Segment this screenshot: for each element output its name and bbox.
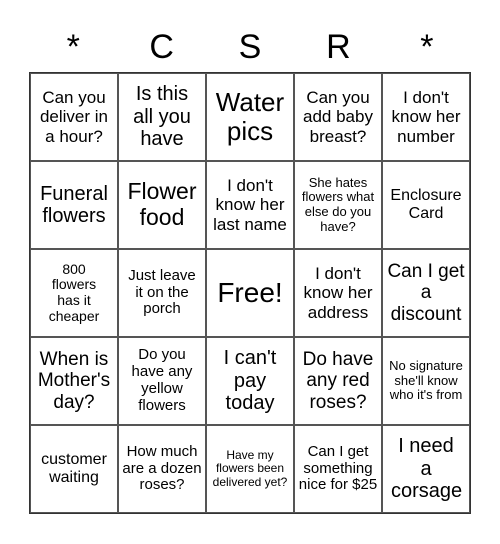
bingo-cell[interactable]: I can't pay today <box>206 337 294 425</box>
bingo-cell[interactable]: Can you add baby breast? <box>294 73 382 161</box>
cell-text: I don't know her number <box>391 88 461 146</box>
bingo-cell[interactable]: Is this all you have <box>118 73 206 161</box>
cell-text: No signature she'll know who it's from <box>389 358 463 403</box>
bingo-cell[interactable]: Do you have any yellow flowers <box>118 337 206 425</box>
bingo-cell[interactable]: 800 flowers has it cheaper <box>30 249 118 337</box>
header-letter: C <box>149 28 174 66</box>
cell-text: customer waiting <box>41 451 107 486</box>
bingo-cell[interactable]: No signature she'll know who it's from <box>382 337 470 425</box>
bingo-cell[interactable]: Can I get something nice for $25 <box>294 425 382 513</box>
cell-text: I don't know her address <box>303 264 373 322</box>
cell-text: Do you have any yellow flowers <box>131 346 193 414</box>
cell-text: I need a corsage <box>391 435 463 503</box>
cell-text: She hates flowers what else do you have? <box>301 174 375 234</box>
bingo-cell[interactable]: How much are a dozen roses? <box>118 425 206 513</box>
bingo-cell[interactable]: I don't know her number <box>382 73 470 161</box>
bingo-cell[interactable]: customer waiting <box>30 425 118 513</box>
header-letter: * <box>420 28 434 66</box>
bingo-cell[interactable]: I need a corsage <box>382 425 470 513</box>
cell-text: When is Mother's day? <box>37 349 111 413</box>
header-letter: R <box>326 28 351 66</box>
header-letter: S <box>238 28 262 66</box>
bingo-cell[interactable]: I don't know her last name <box>206 161 294 249</box>
bingo-cell[interactable]: When is Mother's day? <box>30 337 118 425</box>
cell-text: I don't know her last name <box>213 176 287 234</box>
header-letter: * <box>66 28 80 66</box>
cell-text: Have my flowers been delivered yet? <box>212 447 288 489</box>
cell-text: Enclosure Card <box>390 187 462 222</box>
bingo-cell[interactable]: Funeral flowers <box>30 161 118 249</box>
bingo-cell[interactable]: She hates flowers what else do you have? <box>294 161 382 249</box>
cell-text: 800 flowers has it cheaper <box>48 260 100 324</box>
bingo-cell[interactable]: I don't know her address <box>294 249 382 337</box>
cell-text: How much are a dozen roses? <box>122 442 202 494</box>
cell-text: Do have any red roses? <box>302 349 374 413</box>
cell-text: I can't pay today <box>223 347 277 415</box>
bingo-header: * C S R * <box>29 24 471 70</box>
cell-text: Is this all you have <box>133 83 191 151</box>
cell-text: Funeral flowers <box>40 182 108 227</box>
bingo-cell[interactable]: Have my flowers been delivered yet? <box>206 425 294 513</box>
bingo-cell[interactable]: Water pics <box>206 73 294 161</box>
bingo-cell[interactable]: Just leave it on the porch <box>118 249 206 337</box>
cell-text: Can you add baby breast? <box>303 88 373 146</box>
cell-text: Just leave it on the porch <box>128 266 196 318</box>
bingo-cell[interactable]: Do have any red roses? <box>294 337 382 425</box>
bingo-grid: Can you deliver in a hour? Is this all yo… <box>29 72 471 514</box>
cell-text: Can you deliver in a hour? <box>39 88 109 146</box>
bingo-cell[interactable]: Can I get a discount <box>382 249 470 337</box>
cell-text: Water pics <box>215 86 285 146</box>
cell-text: Can I get something nice for $25 <box>298 442 378 494</box>
bingo-cell[interactable]: Flower food <box>118 161 206 249</box>
bingo-cell[interactable]: Enclosure Card <box>382 161 470 249</box>
cell-text: Flower food <box>127 178 197 230</box>
cell-text: Can I get a discount <box>387 261 465 325</box>
cell-text: Free! <box>217 277 283 309</box>
free-space-cell[interactable]: Free! <box>206 249 294 337</box>
bingo-cell[interactable]: Can you deliver in a hour? <box>30 73 118 161</box>
